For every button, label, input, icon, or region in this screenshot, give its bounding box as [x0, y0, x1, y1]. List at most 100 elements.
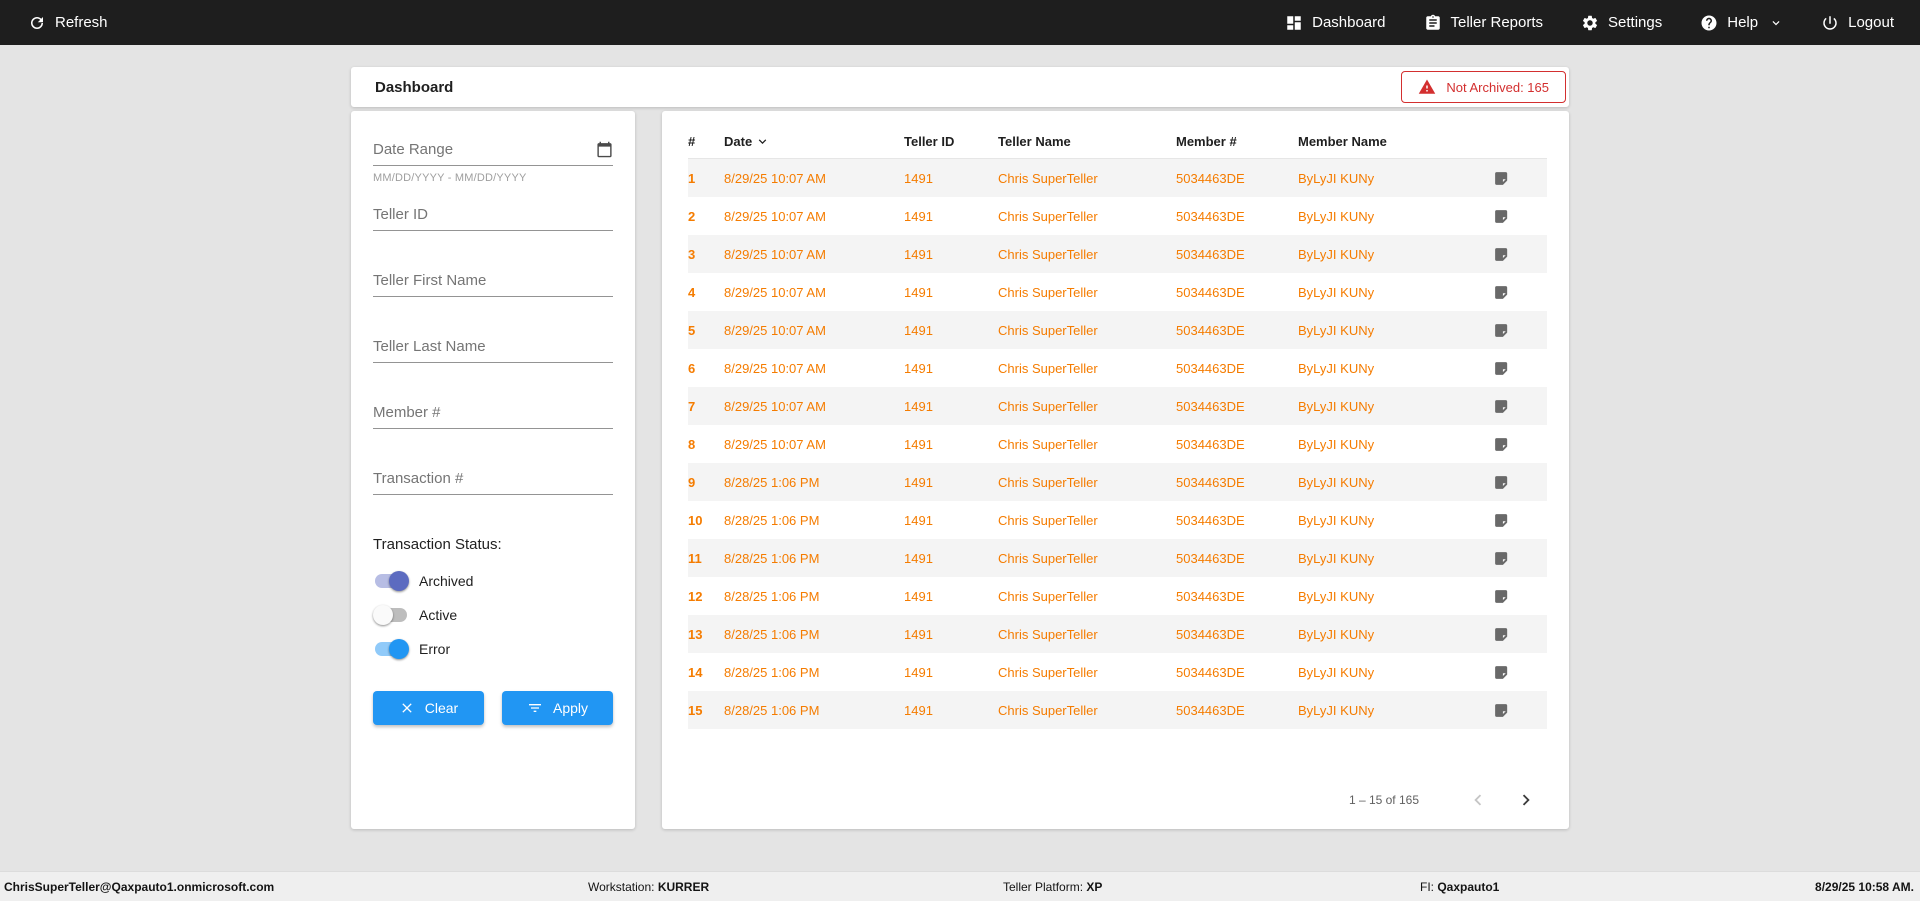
- note-icon[interactable]: [1493, 322, 1547, 339]
- table-row[interactable]: 6 8/29/25 10:07 AM 1491 Chris SuperTeller 50…: [688, 349, 1547, 387]
- member-name-cell: ByLyJI KUNy: [1298, 702, 1375, 718]
- transaction-input[interactable]: Transaction #: [373, 470, 463, 487]
- column-header-teller-id[interactable]: Teller ID: [904, 134, 998, 149]
- table-row[interactable]: 10 8/28/25 1:06 PM 1491 Chris SuperTeller 50…: [688, 501, 1547, 539]
- calendar-icon[interactable]: [596, 141, 613, 158]
- table-row[interactable]: 7 8/29/25 10:07 AM 1491 Chris SuperTeller 50…: [688, 387, 1547, 425]
- teller-name-cell: Chris SuperTeller: [998, 512, 1098, 528]
- teller-last-name-input[interactable]: Teller Last Name: [373, 338, 486, 355]
- date-cell: 8/29/25 10:07 AM: [724, 246, 826, 262]
- table-row[interactable]: 4 8/29/25 10:07 AM 1491 Chris SuperTeller 50…: [688, 273, 1547, 311]
- table-body: 1 8/29/25 10:07 AM 1491 Chris SuperTeller 50…: [688, 159, 1547, 729]
- table-row[interactable]: 11 8/28/25 1:06 PM 1491 Chris SuperTeller 50…: [688, 539, 1547, 577]
- note-icon[interactable]: [1493, 474, 1547, 491]
- nav-help[interactable]: Help: [1700, 14, 1783, 32]
- table-row[interactable]: 14 8/28/25 1:06 PM 1491 Chris SuperTeller 50…: [688, 653, 1547, 691]
- note-icon[interactable]: [1493, 360, 1547, 377]
- note-icon[interactable]: [1493, 284, 1547, 301]
- table-row[interactable]: 15 8/28/25 1:06 PM 1491 Chris SuperTeller 50…: [688, 691, 1547, 729]
- next-page-button[interactable]: [1513, 787, 1539, 813]
- apply-button-label: Apply: [552, 700, 589, 716]
- transaction-status-toggles: Archived Active Error: [373, 571, 613, 659]
- table-row[interactable]: 12 8/28/25 1:06 PM 1491 Chris SuperTeller 50…: [688, 577, 1547, 615]
- refresh-button[interactable]: Refresh: [28, 14, 108, 32]
- teller-id-field[interactable]: Teller ID: [373, 206, 613, 231]
- column-header-member-number[interactable]: Member #: [1176, 134, 1298, 149]
- member-name-cell: ByLyJI KUNy: [1298, 170, 1375, 186]
- teller-first-name-field[interactable]: Teller First Name: [373, 272, 613, 297]
- not-archived-badge[interactable]: Not Archived: 165: [1401, 71, 1566, 103]
- note-icon[interactable]: [1493, 550, 1547, 567]
- teller-first-name-input[interactable]: Teller First Name: [373, 272, 486, 289]
- column-header-number[interactable]: #: [688, 134, 724, 149]
- note-icon[interactable]: [1493, 702, 1547, 719]
- nav-teller-reports[interactable]: Teller Reports: [1424, 14, 1543, 32]
- date-cell: 8/29/25 10:07 AM: [724, 322, 826, 338]
- teller-id-cell: 1491: [904, 550, 933, 566]
- refresh-label: Refresh: [55, 14, 108, 31]
- teller-name-cell: Chris SuperTeller: [998, 626, 1098, 642]
- teller-name-cell: Chris SuperTeller: [998, 588, 1098, 604]
- teller-id-cell: 1491: [904, 474, 933, 490]
- date-range-input[interactable]: Date Range: [373, 141, 453, 158]
- pagination: 1 – 15 of 165: [1349, 787, 1539, 813]
- row-number-cell: 5: [688, 322, 696, 338]
- member-name-cell: ByLyJI KUNy: [1298, 322, 1375, 338]
- nav-dashboard[interactable]: Dashboard: [1285, 14, 1386, 32]
- transaction-field[interactable]: Transaction #: [373, 470, 613, 495]
- note-icon[interactable]: [1493, 436, 1547, 453]
- error-toggle[interactable]: [373, 639, 409, 659]
- toggle-thumb: [389, 571, 409, 591]
- date-range-field[interactable]: Date Range MM/DD/YYYY - MM/DD/YYYY: [373, 141, 613, 184]
- note-icon[interactable]: [1493, 208, 1547, 225]
- column-header-teller-name[interactable]: Teller Name: [998, 134, 1176, 149]
- teller-name-cell: Chris SuperTeller: [998, 284, 1098, 300]
- column-header-member-name[interactable]: Member Name: [1298, 134, 1493, 149]
- member-name-cell: ByLyJI KUNy: [1298, 512, 1375, 528]
- note-icon[interactable]: [1493, 398, 1547, 415]
- teller-id-cell: 1491: [904, 208, 933, 224]
- reports-icon: [1424, 14, 1442, 32]
- note-icon[interactable]: [1493, 246, 1547, 263]
- nav-settings-label: Settings: [1608, 14, 1663, 31]
- teller-last-name-field[interactable]: Teller Last Name: [373, 338, 613, 363]
- table-row[interactable]: 9 8/28/25 1:06 PM 1491 Chris SuperTeller 503…: [688, 463, 1547, 501]
- previous-page-button[interactable]: [1465, 787, 1491, 813]
- current-datetime: 8/29/25 10:58 AM.: [1815, 879, 1914, 894]
- note-icon[interactable]: [1493, 170, 1547, 187]
- note-icon[interactable]: [1493, 588, 1547, 605]
- member-name-cell: ByLyJI KUNy: [1298, 436, 1375, 452]
- note-icon[interactable]: [1493, 512, 1547, 529]
- filter-icon: [527, 700, 543, 716]
- table-row[interactable]: 3 8/29/25 10:07 AM 1491 Chris SuperTeller 50…: [688, 235, 1547, 273]
- table-row[interactable]: 13 8/28/25 1:06 PM 1491 Chris SuperTeller 50…: [688, 615, 1547, 653]
- member-field[interactable]: Member #: [373, 404, 613, 429]
- member-input[interactable]: Member #: [373, 404, 441, 421]
- teller-platform-info: Teller Platform: XP: [1003, 879, 1103, 894]
- member-number-cell: 5034463DE: [1176, 702, 1245, 718]
- teller-name-cell: Chris SuperTeller: [998, 398, 1098, 414]
- member-name-cell: ByLyJI KUNy: [1298, 284, 1375, 300]
- table-row[interactable]: 1 8/29/25 10:07 AM 1491 Chris SuperTeller 50…: [688, 159, 1547, 197]
- teller-name-cell: Chris SuperTeller: [998, 474, 1098, 490]
- date-cell: 8/28/25 1:06 PM: [724, 588, 820, 604]
- note-icon[interactable]: [1493, 664, 1547, 681]
- archived-toggle[interactable]: [373, 571, 409, 591]
- teller-name-cell: Chris SuperTeller: [998, 702, 1098, 718]
- active-toggle[interactable]: [373, 605, 409, 625]
- apply-button[interactable]: Apply: [502, 691, 613, 725]
- column-header-date[interactable]: Date: [724, 134, 904, 149]
- member-number-cell: 5034463DE: [1176, 626, 1245, 642]
- active-toggle-label: Active: [419, 607, 458, 623]
- member-name-cell: ByLyJI KUNy: [1298, 398, 1375, 414]
- table-row[interactable]: 8 8/29/25 10:07 AM 1491 Chris SuperTeller 50…: [688, 425, 1547, 463]
- table-row[interactable]: 5 8/29/25 10:07 AM 1491 Chris SuperTeller 50…: [688, 311, 1547, 349]
- table-row[interactable]: 2 8/29/25 10:07 AM 1491 Chris SuperTeller 50…: [688, 197, 1547, 235]
- clear-button[interactable]: Clear: [373, 691, 484, 725]
- nav-settings[interactable]: Settings: [1581, 14, 1662, 32]
- nav-logout[interactable]: Logout: [1821, 14, 1894, 32]
- row-number-cell: 6: [688, 360, 696, 376]
- member-name-cell: ByLyJI KUNy: [1298, 474, 1375, 490]
- teller-id-input[interactable]: Teller ID: [373, 206, 428, 223]
- note-icon[interactable]: [1493, 626, 1547, 643]
